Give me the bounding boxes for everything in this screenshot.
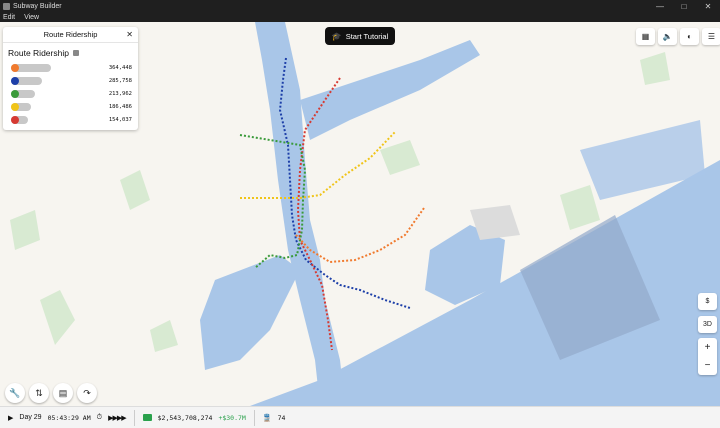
route-color-dot [11, 116, 19, 124]
app-icon [3, 2, 10, 10]
route-color-dot [11, 103, 19, 111]
3d-toggle-button[interactable]: 3D [698, 316, 717, 333]
minimize-button[interactable]: — [648, 2, 672, 11]
train-count: 🚆 74 [253, 409, 294, 426]
train-count-value: 74 [277, 413, 286, 422]
route-color-dot [11, 77, 19, 85]
ridership-value: 213,962 [108, 90, 132, 97]
window-controls: — □ ✕ [648, 2, 720, 11]
top-right-toolbar: ▦ 🔈 ◐ ☰ [636, 28, 720, 45]
ridership-row[interactable]: 285,758 [9, 74, 132, 87]
money-display: $2,543,708,274 +$30.7M [133, 409, 254, 426]
panel-title: Route Ridership [43, 30, 98, 39]
graduation-cap-icon: 🎓 [331, 31, 342, 41]
zoom-controls: + − [698, 338, 717, 375]
train-icon: 🚆 [262, 414, 272, 422]
routes-icon[interactable]: ⇅ [29, 383, 49, 403]
ridership-value: 186,486 [108, 103, 132, 110]
zoom-in-button[interactable]: + [705, 342, 711, 353]
zoom-out-button[interactable]: − [705, 360, 711, 371]
route-color-dot [11, 64, 19, 72]
ridership-value: 154,037 [108, 116, 132, 123]
currency-button[interactable]: $ [698, 293, 717, 310]
status-bar: ▶ Day 29 05:43:29 AM ⏱ ▶▶▶▶ $2,543,708,2… [0, 406, 720, 428]
stats-icon[interactable]: ▤ [53, 383, 73, 403]
maximize-button[interactable]: □ [672, 2, 696, 11]
ridership-row[interactable]: 213,962 [9, 87, 132, 100]
route-ridership-panel: Route Ridership ✕ Route Ridership 364,44… [3, 27, 138, 130]
money-icon [142, 414, 152, 421]
menu-view[interactable]: View [24, 14, 39, 21]
panel-header: Route Ridership ✕ [3, 27, 138, 43]
ridership-value: 285,758 [108, 77, 132, 84]
clock: 05:43:29 AM [47, 413, 91, 422]
ridership-row[interactable]: 154,037 [9, 113, 132, 126]
start-tutorial-label: Start Tutorial [345, 31, 389, 41]
close-window-button[interactable]: ✕ [696, 2, 720, 11]
info-icon[interactable] [72, 50, 79, 56]
time-controls: ▶ Day 29 05:43:29 AM ⏱ ▶▶▶▶ [0, 410, 134, 426]
route-color-dot [11, 90, 19, 98]
menu-bar: Edit View [0, 12, 720, 22]
day-label: Day 29 [19, 414, 42, 421]
start-tutorial-button[interactable]: 🎓 Start Tutorial [325, 27, 395, 45]
map-icon[interactable]: ▦ [636, 28, 655, 45]
window-title: Subway Builder [13, 2, 62, 10]
menu-icon[interactable]: ☰ [702, 28, 720, 45]
ridership-value: 364,448 [108, 64, 132, 71]
speed-controls[interactable]: ▶▶▶▶ [108, 414, 127, 422]
panel-subtitle: Route Ridership [8, 48, 69, 58]
play-button[interactable]: ▶ [8, 414, 13, 422]
close-panel-button[interactable]: ✕ [126, 30, 133, 39]
menu-edit[interactable]: Edit [3, 14, 15, 21]
ridership-row[interactable]: 186,486 [9, 100, 132, 113]
money-delta: +$30.7M [218, 413, 246, 422]
stopwatch-icon[interactable]: ⏱ [97, 414, 102, 422]
money-balance: $2,543,708,274 [157, 413, 213, 422]
ridership-rows: 364,448 285,758 213,962 186,486 154,037 [3, 61, 138, 126]
sound-icon[interactable]: 🔈 [658, 28, 677, 45]
ridership-row[interactable]: 364,448 [9, 61, 132, 74]
palette-icon[interactable]: ◐ [680, 28, 699, 45]
panel-subtitle-row: Route Ridership [3, 43, 138, 61]
wrench-icon[interactable]: 🔧 [5, 383, 25, 403]
title-bar: Subway Builder — □ ✕ [0, 0, 720, 12]
bottom-tools: 🔧 ⇅ ▤ ↷ [5, 383, 97, 403]
redo-icon[interactable]: ↷ [77, 383, 97, 403]
